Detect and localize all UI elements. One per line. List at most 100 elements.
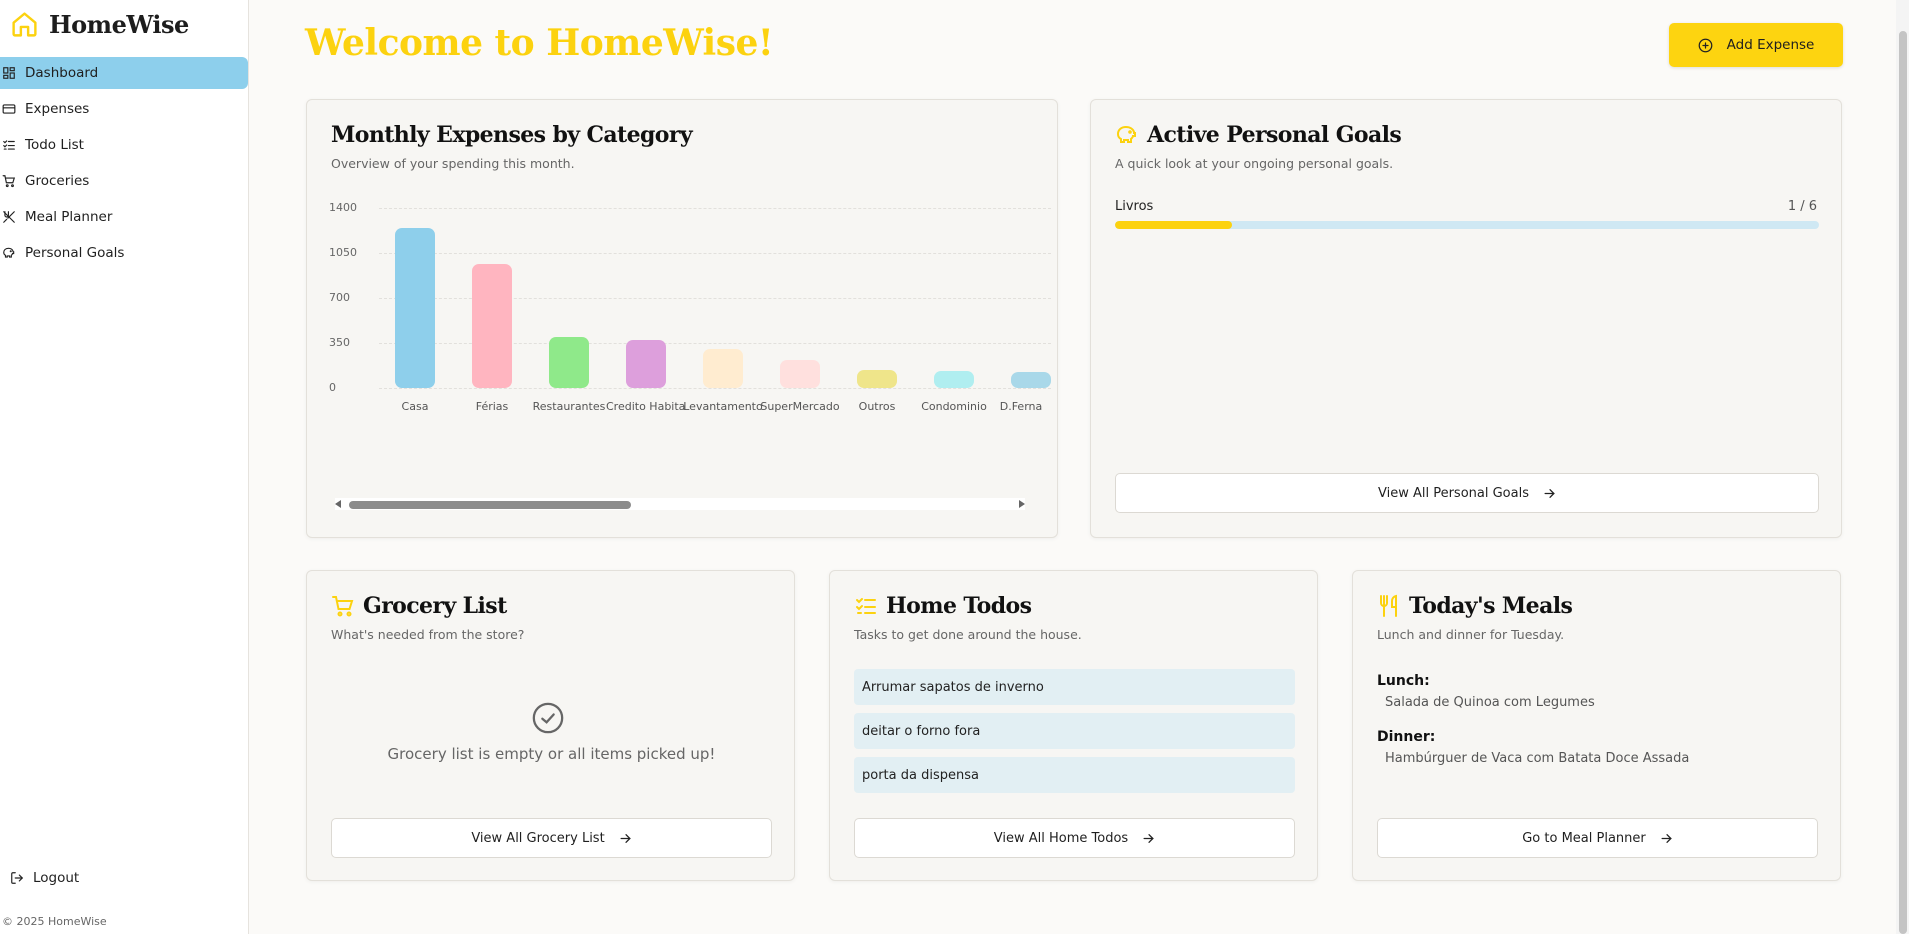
sidebar-item-label: Dashboard (25, 65, 99, 81)
view-all-goals-label: View All Personal Goals (1377, 485, 1529, 501)
sidebar-item-label: Expenses (25, 101, 90, 117)
y-tick-label: 1400 (329, 201, 357, 214)
bar-credito-habita-[interactable] (626, 340, 666, 388)
utensils-icon (1380, 594, 1397, 617)
y-tick-label: 700 (329, 291, 350, 304)
meals-subtitle: Lunch and dinner for Tuesday. (1377, 627, 1565, 642)
sidebar-item-dashboard[interactable]: Dashboard (0, 57, 248, 89)
add-expense-label: Add Expense (1726, 37, 1815, 53)
add-expense-button[interactable]: Add Expense (1669, 23, 1843, 67)
sidebar-item-label: Meal Planner (25, 209, 113, 225)
bar-supermercado[interactable] (780, 360, 820, 388)
sidebar-item-label: Todo List (25, 137, 84, 153)
piggy-bank-icon (1116, 125, 1136, 143)
x-tick-label: Férias (475, 400, 509, 413)
goals-card: Active Personal Goals A quick look at yo… (1090, 99, 1842, 538)
todos-card: Home Todos Tasks to get done around the … (829, 570, 1318, 881)
sidebar-item-label: Personal Goals (25, 245, 125, 261)
grocery-card: Grocery List What's needed from the stor… (306, 570, 795, 881)
goals-title-text: Active Personal Goals (1147, 122, 1402, 148)
grid-line (379, 388, 1051, 389)
expenses-subtitle: Overview of your spending this month. (331, 156, 575, 171)
go-to-meal-planner-label: Go to Meal Planner (1522, 830, 1646, 846)
list-checks-icon (3, 140, 15, 150)
view-all-goals-button[interactable]: View All Personal Goals (1115, 473, 1819, 513)
expenses-title: Monthly Expenses by Category (331, 122, 693, 148)
todo-item[interactable]: Arrumar sapatos de inverno (854, 669, 1295, 705)
bar-condominio[interactable] (934, 370, 974, 388)
lunch-value: Salada de Quinoa com Legumes (1385, 695, 1595, 710)
y-tick-label: 0 (329, 381, 336, 394)
grid-line (379, 253, 1051, 254)
dashboard-icon (3, 67, 15, 79)
x-tick-label: Credito Habitaç... (606, 400, 686, 413)
utensils-crossed-icon (3, 211, 15, 223)
scroll-left-arrow-icon[interactable] (335, 500, 341, 508)
view-all-grocery-button[interactable]: View All Grocery List (331, 818, 772, 858)
todos-title: Home Todos (854, 593, 1032, 619)
list-checks-icon (856, 598, 876, 614)
view-all-todos-button[interactable]: View All Home Todos (854, 818, 1295, 858)
bar-restaurantes[interactable] (549, 336, 589, 388)
grocery-subtitle: What's needed from the store? (331, 627, 525, 642)
logout-label: Logout (33, 870, 80, 886)
meals-title-text: Today's Meals (1409, 593, 1573, 619)
bar-casa[interactable] (395, 227, 435, 388)
bar-levantamento[interactable] (703, 349, 743, 388)
sidebar: HomeWise Dashboard Expenses Todo List Gr… (0, 0, 249, 934)
goal-progress-bar (1115, 221, 1819, 229)
brand-title: HomeWise (49, 10, 189, 39)
view-all-grocery-label: View All Grocery List (471, 830, 605, 846)
check-circle-icon (532, 702, 564, 734)
sidebar-item-meal-planner[interactable]: Meal Planner (0, 201, 248, 233)
sidebar-item-todo-list[interactable]: Todo List (0, 129, 248, 161)
page-scrollbar[interactable] (1896, 0, 1909, 934)
goals-title: Active Personal Goals (1115, 122, 1402, 148)
x-tick-label: Restaurantes (532, 400, 606, 413)
go-to-meal-planner-button[interactable]: Go to Meal Planner (1377, 818, 1818, 858)
goal-count: 1 / 6 (1787, 199, 1817, 214)
sidebar-item-expenses[interactable]: Expenses (0, 93, 248, 125)
chart-scrollbar[interactable] (335, 498, 1025, 510)
home-icon (12, 12, 37, 37)
scroll-right-arrow-icon[interactable] (1019, 500, 1025, 508)
plus-circle-icon (1698, 38, 1713, 52)
todo-item[interactable]: porta da dispensa (854, 757, 1295, 793)
bar-d-ferna[interactable] (1011, 371, 1051, 388)
grocery-empty-message: Grocery list is empty or all items picke… (387, 745, 716, 763)
x-tick-label: D.Ferna (999, 400, 1043, 413)
lunch-label: Lunch: (1377, 673, 1430, 689)
dinner-label: Dinner: (1377, 729, 1436, 745)
sidebar-item-label: Groceries (25, 173, 90, 189)
grocery-title-text: Grocery List (363, 593, 507, 619)
y-tick-label: 350 (329, 336, 350, 349)
shopping-cart-icon (2, 175, 16, 188)
todo-item[interactable]: deitar o forno fora (854, 713, 1295, 749)
x-tick-label: Levantamento (683, 400, 763, 413)
expenses-title-text: Monthly Expenses by Category (331, 122, 693, 148)
bar-outros[interactable] (857, 370, 897, 388)
sidebar-item-personal-goals[interactable]: Personal Goals (0, 237, 248, 269)
page-scroll-thumb[interactable] (1899, 31, 1907, 934)
brand[interactable]: HomeWise (10, 10, 189, 39)
x-tick-label: Condominio (921, 400, 987, 413)
sidebar-item-groceries[interactable]: Groceries (0, 165, 248, 197)
chart-scroll-thumb[interactable] (349, 501, 631, 509)
sidebar-nav: Dashboard Expenses Todo List Groceries M… (0, 57, 249, 273)
grocery-title: Grocery List (331, 593, 507, 619)
todos-subtitle: Tasks to get done around the house. (854, 627, 1082, 642)
todos-title-text: Home Todos (886, 593, 1032, 619)
grid-line (379, 208, 1051, 209)
x-tick-label: Outros (858, 400, 896, 413)
shopping-cart-icon (332, 596, 354, 617)
page-title: Welcome to HomeWise! (305, 22, 774, 64)
arrow-right-icon (1143, 833, 1154, 843)
bar-f-rias[interactable] (472, 263, 512, 388)
expenses-bar-chart: 1400 1050 700 350 0 Casa Férias Restaurantes Cre… (329, 188, 1051, 448)
dinner-value: Hambúrguer de Vaca com Batata Doce Assad… (1385, 751, 1690, 766)
copyright: © 2025 HomeWise (2, 915, 107, 928)
logout-button[interactable]: Logout (10, 870, 79, 886)
meals-card: Today's Meals Lunch and dinner for Tuesd… (1352, 570, 1841, 881)
x-tick-label: SuperMercado (760, 400, 840, 413)
goal-name: Livros (1115, 199, 1154, 214)
